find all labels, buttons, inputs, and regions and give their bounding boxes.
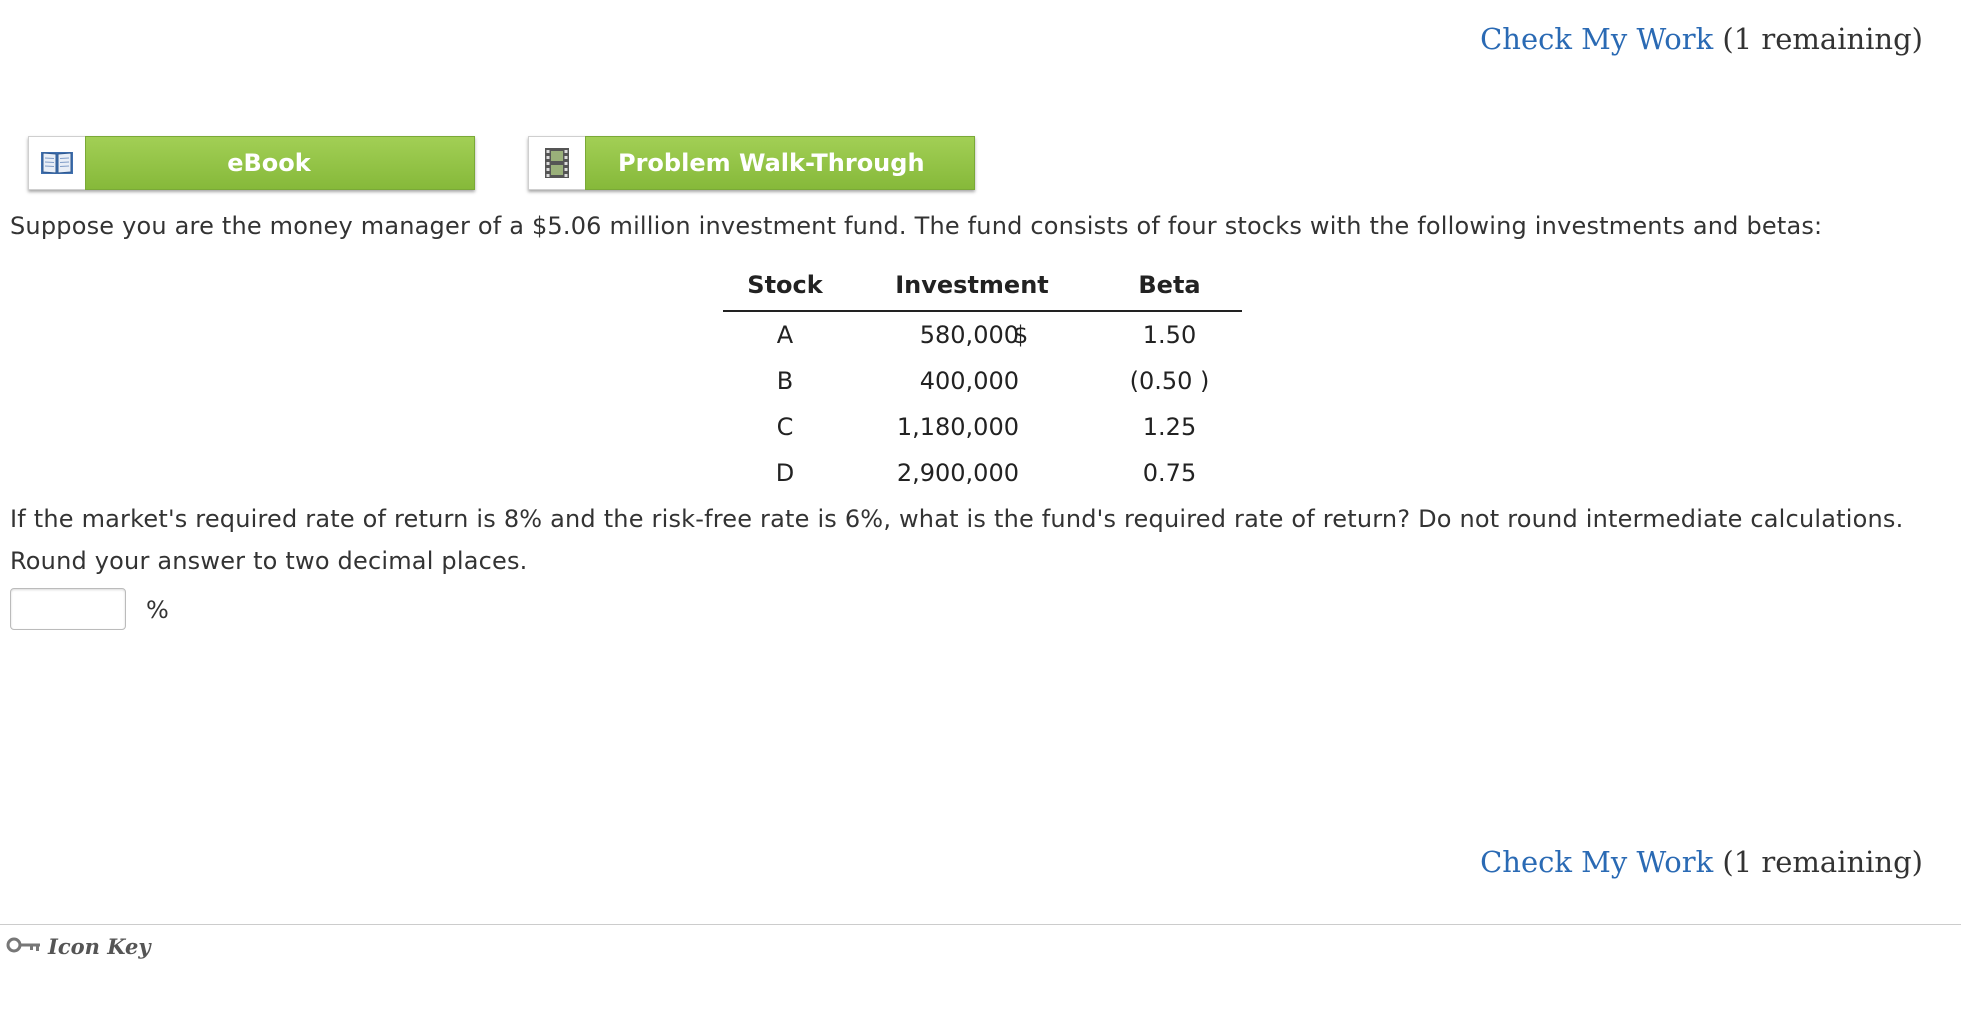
film-icon [528, 136, 585, 190]
investment-cell: 1,180,000 [847, 404, 1097, 450]
question-prompt: If the market's required rate of return … [10, 505, 1904, 575]
stock-cell: C [776, 413, 794, 441]
beta-cell: (0.50 ) [1129, 367, 1210, 395]
stock-cell: A [776, 321, 794, 349]
icon-key-link[interactable]: Icon Key [6, 934, 151, 959]
table-row: C 1,180,000 1.25 [723, 404, 1242, 450]
remaining-count: (1 remaining) [1722, 845, 1923, 879]
investment-cell: $ 580,000 [847, 311, 1097, 358]
book-icon [28, 136, 85, 190]
investment-amount: 400,000 [919, 367, 1019, 395]
remaining-count: (1 remaining) [1722, 22, 1923, 56]
footer-divider [0, 924, 1961, 925]
ebook-button[interactable]: eBook [28, 136, 475, 190]
answer-input[interactable] [10, 588, 126, 630]
beta-cell: 1.25 [1142, 413, 1197, 441]
question-intro: Suppose you are the money manager of a $… [10, 212, 1823, 240]
beta-cell: 0.75 [1142, 459, 1197, 487]
problem-walkthrough-label: Problem Walk-Through [585, 136, 975, 190]
investment-amount: 1,180,000 [896, 413, 1019, 441]
check-my-work-bottom: Check My Work (1 remaining) [1480, 845, 1923, 879]
check-my-work-link[interactable]: Check My Work [1480, 22, 1713, 56]
ebook-label: eBook [85, 136, 475, 190]
table-header-row: Stock Investment Beta [723, 262, 1242, 312]
investment-amount: 580,000 [919, 321, 1019, 349]
header-stock: Stock [723, 262, 847, 312]
investment-cell: 400,000 [847, 358, 1097, 404]
investment-cell: 2,900,000 [847, 450, 1097, 496]
problem-walkthrough-button[interactable]: Problem Walk-Through [528, 136, 975, 190]
investment-amount: 2,900,000 [896, 459, 1019, 487]
stock-cell: D [775, 459, 795, 487]
stock-cell: B [776, 367, 794, 395]
icon-key-label: Icon Key [48, 934, 151, 959]
table-row: D 2,900,000 0.75 [723, 450, 1242, 496]
table-row: A $ 580,000 1.50 [723, 311, 1242, 358]
beta-cell: 1.50 [1142, 321, 1197, 349]
key-icon [6, 934, 42, 959]
percent-unit: % [146, 596, 169, 624]
stocks-table: Stock Investment Beta A $ 580,000 1.50 B… [723, 262, 1242, 496]
check-my-work-link[interactable]: Check My Work [1480, 845, 1713, 879]
check-my-work-top: Check My Work (1 remaining) [1480, 22, 1923, 56]
header-investment: Investment [847, 262, 1097, 312]
header-beta: Beta [1097, 262, 1242, 312]
table-row: B 400,000 (0.50 ) [723, 358, 1242, 404]
